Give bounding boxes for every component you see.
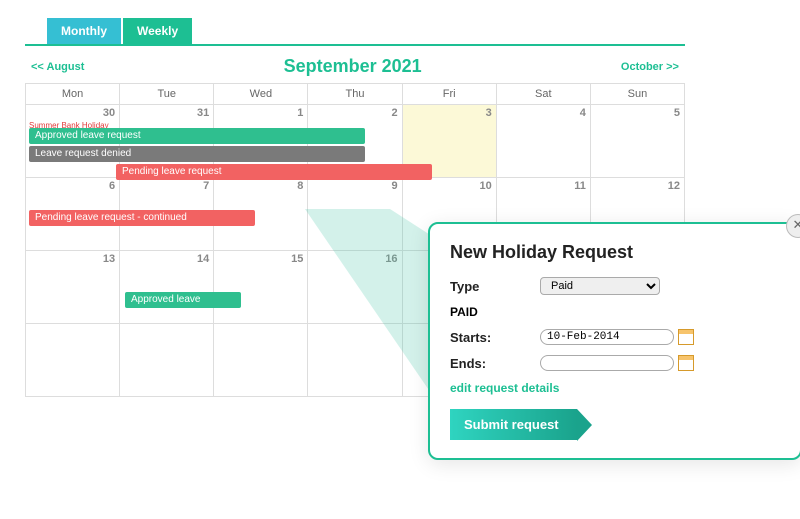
day-cell[interactable]: 13	[26, 251, 120, 324]
day-number: 5	[674, 107, 680, 119]
tab-weekly[interactable]: Weekly	[123, 18, 192, 44]
day-cell[interactable]	[214, 324, 308, 397]
day-number: 16	[385, 253, 397, 265]
day-number: 15	[291, 253, 303, 265]
day-cell[interactable]: 14	[120, 251, 214, 324]
day-cell[interactable]	[120, 324, 214, 397]
day-cell[interactable]: 16	[308, 251, 402, 324]
day-number: 10	[479, 180, 491, 192]
day-number: 8	[297, 180, 303, 192]
section-label: PAID	[450, 305, 780, 319]
day-cell[interactable]: 15	[214, 251, 308, 324]
dow-header: Sat	[496, 84, 590, 105]
dow-header: Tue	[120, 84, 214, 105]
event-pending[interactable]: Pending leave request	[116, 164, 432, 180]
ends-label: Ends:	[450, 356, 540, 371]
day-number: 11	[574, 180, 586, 192]
day-number: 12	[668, 180, 680, 192]
dow-header: Sun	[590, 84, 684, 105]
dow-header: Thu	[308, 84, 402, 105]
day-number: 31	[197, 107, 209, 119]
prev-month-link[interactable]: << August	[31, 61, 84, 73]
day-cell[interactable]	[308, 324, 402, 397]
tab-monthly[interactable]: Monthly	[47, 18, 121, 44]
event-approved[interactable]: Approved leave request	[29, 128, 365, 144]
dow-header: Fri	[402, 84, 496, 105]
dow-header: Wed	[214, 84, 308, 105]
day-number: 2	[391, 107, 397, 119]
type-label: Type	[450, 279, 540, 294]
day-cell[interactable]: 5	[590, 105, 684, 178]
event-denied[interactable]: Leave request denied	[29, 146, 365, 162]
day-cell[interactable]: 9	[308, 178, 402, 251]
day-cell[interactable]	[26, 324, 120, 397]
day-number: 30	[103, 107, 115, 119]
edit-details-link[interactable]: edit request details	[450, 381, 780, 395]
calendar-icon[interactable]	[678, 329, 694, 345]
starts-label: Starts:	[450, 330, 540, 345]
event-pending-continued[interactable]: Pending leave request - continued	[29, 210, 255, 226]
day-number: 6	[109, 180, 115, 192]
new-holiday-dialog: ✕ New Holiday Request Type Paid PAID Sta…	[428, 222, 800, 460]
dow-header: Mon	[26, 84, 120, 105]
day-number: 14	[197, 253, 209, 265]
day-number: 9	[391, 180, 397, 192]
day-number: 7	[203, 180, 209, 192]
month-title: September 2021	[284, 56, 422, 77]
calendar-icon[interactable]	[678, 355, 694, 371]
day-number: 1	[297, 107, 303, 119]
day-number: 4	[580, 107, 586, 119]
close-icon[interactable]: ✕	[786, 214, 800, 238]
view-tabs: Monthly Weekly	[47, 18, 685, 44]
submit-button[interactable]: Submit request	[450, 409, 577, 440]
starts-input[interactable]	[540, 329, 674, 345]
day-number: 13	[103, 253, 115, 265]
next-month-link[interactable]: October >>	[621, 61, 679, 73]
month-nav: << August September 2021 October >>	[25, 46, 685, 83]
ends-input[interactable]	[540, 355, 674, 371]
event-approved-short[interactable]: Approved leave	[125, 292, 241, 308]
day-cell[interactable]: 4	[496, 105, 590, 178]
dialog-title: New Holiday Request	[450, 242, 780, 263]
day-number: 3	[486, 107, 492, 119]
type-select[interactable]: Paid	[540, 277, 660, 295]
